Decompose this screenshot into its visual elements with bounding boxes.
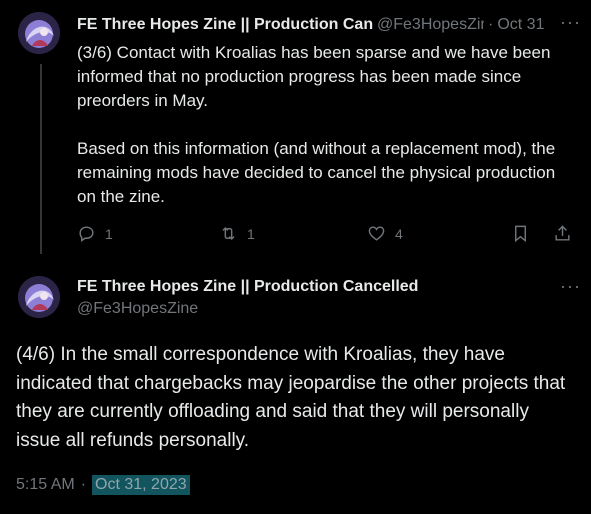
tweet-date-link[interactable]: Oct 31, 2023 [92,475,190,495]
heart-icon [368,226,385,241]
tweet-4-of-6-header: FE Three Hopes Zine || Production Cancel… [77,276,580,320]
display-name[interactable]: FE Three Hopes Zine || Production Cancel… [77,276,577,298]
retweet-count: 1 [247,225,255,242]
avatar-art-icon [18,276,60,318]
avatar[interactable] [18,12,60,54]
like-button[interactable]: 4 [367,224,403,243]
bookmark-icon [515,225,526,243]
username-handle[interactable]: @Fe3HopesZine [77,298,577,320]
tweet-text: (3/6) Contact with Kroalias has been spa… [77,43,556,206]
display-name[interactable]: FE Three Hopes Zine || Production Cancel… [77,16,373,34]
tweet-3-of-6: FE Three Hopes Zine || Production Cancel… [77,12,580,209]
username-handle[interactable]: @Fe3HopesZine [377,16,484,34]
separator-dot: · [488,16,494,33]
reply-button[interactable]: 1 [77,224,113,243]
avatar-art-icon [18,12,60,54]
reply-icon [79,226,94,243]
share-icon [555,225,570,241]
avatar[interactable] [18,276,60,318]
tweet-metadata: 5:15 AM · Oct 31, 2023 [16,475,190,495]
share-button[interactable] [553,224,572,243]
tweet-header: FE Three Hopes Zine || Production Cancel… [77,12,577,38]
thread-connector-line [40,64,42,254]
tweet-timestamp[interactable]: Oct 31 [497,16,544,34]
tweet-text: (4/6) In the small correspondence with K… [16,344,571,451]
like-count: 4 [395,225,403,242]
tweet-time[interactable]: 5:15 AM [16,476,75,494]
separator-dot: · [80,476,87,493]
more-options-button[interactable]: ··· [560,276,581,297]
retweet-icon [222,226,235,241]
more-options-button[interactable]: ··· [560,12,581,33]
tweet-actions: 1 1 4 [77,224,577,248]
retweet-button[interactable]: 1 [219,224,255,243]
bookmark-button[interactable] [511,224,530,243]
reply-count: 1 [105,225,113,242]
